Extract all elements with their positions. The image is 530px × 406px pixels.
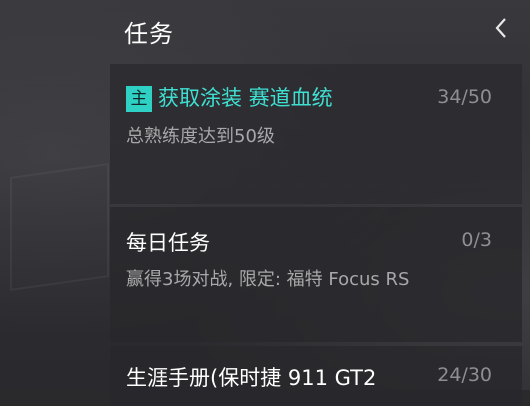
panel-title: 任务 <box>124 20 174 48</box>
task-progress: 0/3 <box>461 229 492 251</box>
task-title: 生涯手册(保时捷 911 GT2 <box>126 366 377 390</box>
task-title: 主获取涂装 赛道血统 <box>126 82 333 112</box>
chevron-left-icon[interactable] <box>492 14 512 42</box>
task-card-daily[interactable]: 每日任务 0/3 赢得3场对战, 限定: 福特 Focus RS <box>110 207 522 342</box>
task-title: 每日任务 <box>126 231 210 255</box>
task-description: 赢得3场对战, 限定: 福特 Focus RS <box>126 269 410 290</box>
task-description: 总熟练度达到50级 <box>126 126 275 147</box>
task-panel-header: 任务 <box>110 0 530 60</box>
task-progress: 24/30 <box>437 364 492 386</box>
main-quest-title: 获取涂装 赛道血统 <box>158 86 333 110</box>
task-panel: 任务 主获取涂装 赛道血统 34/50 总熟练度达到50级 每日任务 0/3 赢… <box>0 0 530 406</box>
task-progress: 34/50 <box>437 86 492 108</box>
main-quest-tag: 主 <box>126 86 152 112</box>
task-card-main[interactable]: 主获取涂装 赛道血统 34/50 总熟练度达到50级 <box>110 64 522 204</box>
task-card-career[interactable]: 生涯手册(保时捷 911 GT2 24/30 <box>110 346 522 406</box>
